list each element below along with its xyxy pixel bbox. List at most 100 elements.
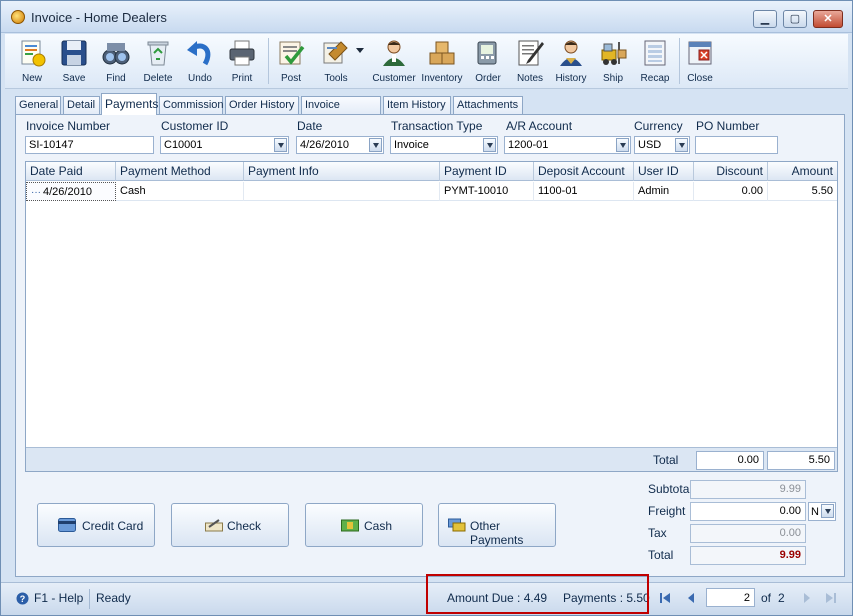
cash-button[interactable]: Cash	[305, 503, 423, 547]
tab-detail[interactable]: Detail	[63, 96, 100, 115]
date-label: Date	[297, 119, 323, 133]
recap-button[interactable]: Recap	[634, 36, 676, 86]
date-paid-cell[interactable]: ··· 4/26/2010	[26, 182, 116, 201]
column-header[interactable]: Payment Info	[244, 162, 440, 181]
deposit-account-cell[interactable]: 1100-01	[534, 182, 634, 201]
maximize-button[interactable]: ▢	[783, 10, 807, 28]
printer-icon	[229, 40, 255, 66]
chevron-down-icon[interactable]	[821, 504, 834, 518]
table-row[interactable]: ··· 4/26/2010 Cash PYMT-10010 1100-01 Adm…	[26, 182, 837, 201]
currency-label: Currency	[634, 119, 683, 133]
invoice-number-label: Invoice Number	[26, 119, 111, 133]
help-icon[interactable]: ?	[16, 592, 29, 605]
payment-id-cell[interactable]: PYMT-10010	[440, 182, 534, 201]
svg-text:?: ?	[20, 594, 26, 604]
recycle-bin-icon	[147, 41, 169, 66]
date-picker[interactable]: 4/26/2010	[296, 136, 384, 154]
minimize-button[interactable]: ▁	[753, 10, 777, 28]
check-label: Check	[227, 519, 262, 533]
customer-id-value: C10001	[164, 139, 203, 151]
previous-page-icon[interactable]	[684, 591, 698, 605]
tab-payments[interactable]: Payments	[101, 93, 158, 115]
print-button[interactable]: Print	[221, 36, 263, 86]
chevron-down-icon[interactable]	[675, 138, 688, 152]
status-separator	[89, 589, 90, 609]
freight-field[interactable]: 0.00	[690, 502, 806, 521]
credit-card-label: Credit Card	[82, 519, 144, 533]
page-number-input[interactable]: 2	[706, 588, 755, 607]
forklift-icon	[601, 42, 627, 65]
other-payments-button[interactable]: Other Payments	[438, 503, 556, 547]
tools-icon	[323, 41, 348, 64]
customer-id-label: Customer ID	[161, 119, 229, 133]
close-window-button[interactable]: ✕	[813, 10, 843, 28]
tax-label: Tax	[648, 526, 667, 540]
tab-general[interactable]: General	[15, 96, 61, 115]
tools-dropdown-arrow[interactable]	[356, 48, 364, 53]
order-icon	[477, 41, 497, 65]
transaction-type-label: Transaction Type	[391, 119, 483, 133]
ellipsis-button[interactable]: ···	[31, 187, 41, 198]
ar-account-select[interactable]: 1200-01	[504, 136, 631, 154]
history-person-icon	[560, 40, 582, 66]
ar-account-value: 1200-01	[508, 139, 549, 151]
column-header[interactable]: Payment Method	[116, 162, 244, 181]
window-title: Invoice - Home Dealers	[31, 10, 167, 25]
tools-button[interactable]: Tools	[315, 36, 357, 86]
column-header[interactable]: Payment ID	[440, 162, 534, 181]
title-bar: Invoice - Home Dealers ▁ ▢ ✕	[1, 1, 852, 33]
first-page-icon[interactable]	[658, 591, 672, 605]
notes-pen-icon	[518, 40, 544, 66]
amount-total: 5.50	[767, 451, 835, 470]
tab-item-history[interactable]: Item History	[383, 96, 451, 115]
discount-cell[interactable]: 0.00	[694, 182, 768, 201]
transaction-type-select[interactable]: Invoice	[390, 136, 498, 154]
tab-commission[interactable]: Commission	[159, 96, 224, 115]
customer-id-select[interactable]: C10001	[160, 136, 289, 154]
payment-method-cell[interactable]: Cash	[116, 182, 244, 201]
chevron-down-icon[interactable]	[369, 138, 382, 152]
total-label: Total	[648, 548, 674, 562]
new-document-icon	[21, 40, 46, 67]
user-id-cell[interactable]: Admin	[634, 182, 694, 201]
payment-info-cell[interactable]	[244, 182, 440, 201]
close-window-icon	[688, 41, 712, 65]
customer-button[interactable]: Customer	[372, 36, 416, 86]
column-header[interactable]: Date Paid	[26, 162, 116, 181]
amount-cell[interactable]: 5.50	[768, 182, 837, 201]
other-payments-icon	[448, 518, 466, 532]
chevron-down-icon[interactable]	[483, 138, 496, 152]
customer-person-icon	[383, 40, 405, 66]
tab-invoice-history[interactable]: Invoice History	[301, 96, 381, 128]
chevron-down-icon[interactable]	[616, 138, 629, 152]
currency-select[interactable]: USD	[634, 136, 690, 154]
column-header[interactable]: User ID	[634, 162, 694, 181]
column-header[interactable]: Discount	[694, 162, 768, 181]
subtotal-label: Subtotal	[648, 482, 693, 496]
close-button[interactable]: Close	[679, 36, 721, 86]
tab-order-history[interactable]: Order History	[225, 96, 299, 115]
toolbar-label: Close	[687, 73, 713, 84]
date-value: 4/26/2010	[300, 139, 349, 151]
grid-total-label: Total	[653, 453, 679, 467]
post-button[interactable]: Post	[270, 36, 312, 86]
freight-option-select[interactable]: N	[808, 502, 836, 521]
column-header[interactable]: Amount	[768, 162, 837, 181]
binoculars-icon	[102, 43, 130, 65]
invoice-number-field[interactable]: SI-10147	[25, 136, 154, 154]
column-header[interactable]: Deposit Account	[534, 162, 634, 181]
inventory-button[interactable]: Inventory	[421, 36, 463, 86]
amount-due-highlight	[426, 574, 649, 614]
chevron-down-icon[interactable]	[274, 138, 287, 152]
po-number-field[interactable]	[695, 136, 778, 154]
check-button[interactable]: Check	[171, 503, 289, 547]
freight-option-value: N	[811, 506, 819, 518]
status-text: Ready	[96, 591, 131, 605]
help-text[interactable]: F1 - Help	[34, 591, 83, 605]
tab-attachments[interactable]: Attachments	[453, 96, 523, 115]
next-page-icon[interactable]	[800, 591, 814, 605]
check-icon	[205, 519, 223, 532]
last-page-icon[interactable]	[824, 591, 838, 605]
discount-total: 0.00	[696, 451, 764, 470]
credit-card-button[interactable]: Credit Card	[37, 503, 155, 547]
